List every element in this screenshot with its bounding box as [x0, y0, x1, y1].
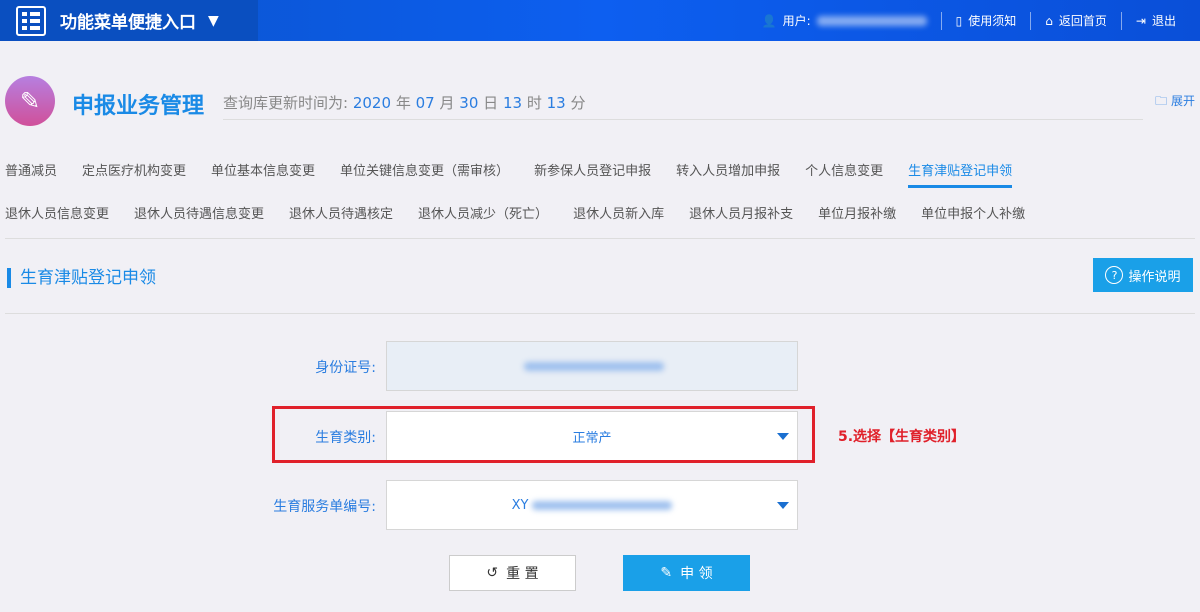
- document-icon: ▯: [955, 13, 963, 28]
- service-number-select[interactable]: XY: [386, 480, 798, 530]
- question-icon: ?: [1105, 266, 1124, 284]
- quick-menu-label: 功能菜单便捷入口: [60, 13, 196, 33]
- tab-active[interactable]: 生育津贴登记申领: [908, 160, 1013, 188]
- tab[interactable]: 普通减员: [5, 160, 57, 188]
- help-button[interactable]: ? 操作说明: [1093, 258, 1193, 292]
- reset-label: 重 置: [506, 566, 539, 582]
- reset-icon: ↺: [486, 565, 499, 581]
- section-title: 生育津贴登记申领: [7, 268, 156, 288]
- page-title: 申报业务管理: [72, 94, 205, 119]
- caret-down-icon: ▼: [208, 12, 219, 29]
- tab[interactable]: 单位月报补缴: [818, 203, 896, 228]
- home-icon: ⌂: [1045, 13, 1053, 28]
- divider: [5, 238, 1195, 239]
- help-label: 操作说明: [1128, 269, 1181, 285]
- top-bar: 功能菜单便捷入口 ▼ 👤 用户: ▯ 使用须知 ⌂ 返回首页 ⇥ 退出: [0, 0, 1200, 41]
- tab[interactable]: 个人信息变更: [805, 160, 883, 188]
- tab[interactable]: 退休人员月报补支: [689, 203, 793, 228]
- annotation: 5.选择【生育类别】: [838, 429, 966, 445]
- update-time: 查询库更新时间为: 2020 年 07 月 30 日 13 时 13 分: [223, 92, 1143, 120]
- service-label: 生育服务单编号:: [273, 499, 376, 515]
- id-label: 身份证号:: [315, 360, 376, 376]
- app-logo-icon: ✎: [5, 76, 55, 126]
- tab[interactable]: 新参保人员登记申报: [534, 160, 651, 188]
- tab[interactable]: 单位关键信息变更（需审核）: [340, 160, 509, 188]
- quick-menu-button[interactable]: 功能菜单便捷入口 ▼: [0, 0, 258, 41]
- expand-button[interactable]: 🗀 展开: [1155, 92, 1195, 113]
- tab[interactable]: 退休人员待遇信息变更: [134, 203, 264, 228]
- reset-button[interactable]: ↺ 重 置: [449, 555, 576, 591]
- divider: [5, 313, 1195, 314]
- user-icon: 👤: [761, 13, 777, 28]
- tab[interactable]: 退休人员新入库: [573, 203, 664, 228]
- logout-link[interactable]: ⇥ 退出: [1122, 12, 1190, 29]
- grid-menu-icon: [16, 5, 46, 36]
- id-number-blurred: [524, 361, 664, 371]
- tab[interactable]: 退休人员减少（死亡）: [418, 203, 548, 228]
- service-number-blurred: [532, 500, 673, 510]
- user-info: 👤 用户:: [748, 12, 941, 29]
- home-link[interactable]: ⌂ 返回首页: [1031, 12, 1121, 29]
- logout-label: 退出: [1151, 14, 1176, 28]
- guide-label: 使用须知: [968, 14, 1017, 28]
- dropdown-arrow-icon: [777, 502, 789, 509]
- service-prefix: XY: [511, 497, 529, 513]
- edit-icon: ✎: [660, 565, 673, 581]
- tab[interactable]: 定点医疗机构变更: [82, 160, 186, 188]
- logout-icon: ⇥: [1135, 13, 1146, 28]
- id-number-field: [386, 341, 798, 391]
- tab[interactable]: 单位申报个人补缴: [921, 203, 1025, 228]
- folder-icon: 🗀: [1155, 94, 1168, 108]
- tab-row-1: 普通减员 定点医疗机构变更 单位基本信息变更 单位关键信息变更（需审核） 新参保…: [5, 160, 1037, 188]
- tab[interactable]: 转入人员增加申报: [676, 160, 780, 188]
- user-label: 用户:: [782, 14, 811, 28]
- tab[interactable]: 退休人员待遇核定: [289, 203, 393, 228]
- apply-label: 申 领: [680, 566, 713, 582]
- tab[interactable]: 单位基本信息变更: [211, 160, 315, 188]
- highlight-box: [272, 406, 815, 463]
- apply-button[interactable]: ✎ 申 领: [623, 555, 750, 591]
- guide-link[interactable]: ▯ 使用须知: [942, 12, 1031, 29]
- user-name-blurred: [816, 15, 927, 26]
- tab-row-2: 退休人员信息变更 退休人员待遇信息变更 退休人员待遇核定 退休人员减少（死亡） …: [5, 203, 1050, 228]
- home-label: 返回首页: [1058, 14, 1107, 28]
- tab[interactable]: 退休人员信息变更: [5, 203, 109, 228]
